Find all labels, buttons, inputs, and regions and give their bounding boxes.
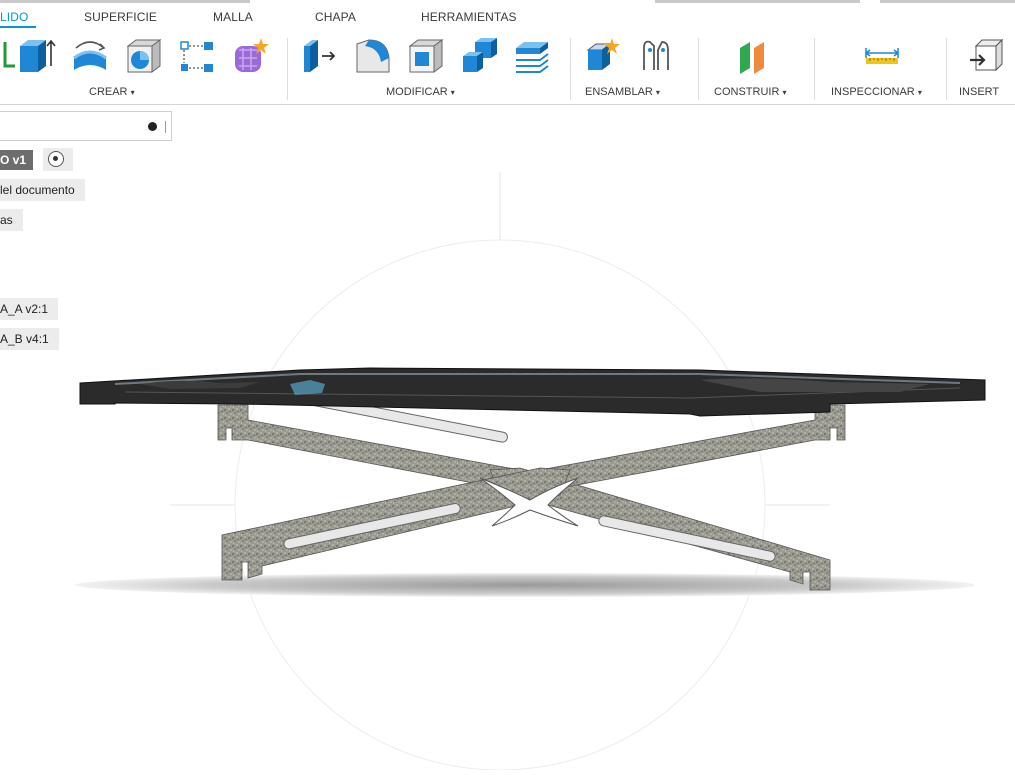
measure-icon[interactable] (862, 36, 902, 76)
ground-shadow (75, 573, 975, 597)
browser-item-component-b[interactable]: A_B v4:1 (0, 328, 59, 350)
insert-menu[interactable]: INSERT (959, 86, 999, 98)
shell-modify-icon[interactable] (406, 36, 446, 76)
pattern-icon[interactable] (177, 36, 217, 76)
revolve-icon[interactable] (70, 36, 110, 76)
panel-divider (165, 121, 166, 133)
modify-menu[interactable]: MODIFICAR ▾ (386, 86, 455, 98)
tab-tools[interactable]: HERRAMIENTAS (421, 10, 517, 24)
active-tab-indicator (0, 26, 36, 28)
group-divider (570, 38, 571, 100)
tab-surface[interactable]: SUPERFICIE (84, 10, 157, 24)
press-pull-icon[interactable] (300, 36, 340, 76)
browser-item-named-views[interactable]: as (0, 209, 23, 231)
joint-icon[interactable] (636, 36, 676, 76)
root-component[interactable]: O v1 (0, 150, 34, 170)
offset-plane-icon[interactable] (734, 36, 774, 76)
tabletop[interactable] (79, 367, 986, 417)
inspect-menu[interactable]: INSPECCIONAR ▾ (831, 86, 922, 98)
shell-icon[interactable] (124, 36, 164, 76)
tab-mesh[interactable]: MALLA (213, 10, 253, 24)
create-menu[interactable]: CREAR ▾ (89, 86, 135, 98)
model-canvas (75, 172, 986, 771)
combine-icon[interactable] (459, 36, 499, 76)
toolbar: LIDO SUPERFICIE MALLA CHAPA HERRAMIENTAS (0, 0, 1015, 105)
sketch-icon[interactable] (0, 36, 15, 76)
activate-component-icon[interactable] (48, 151, 64, 167)
title-strip (0, 0, 1015, 3)
new-component-icon[interactable] (584, 36, 624, 76)
group-divider (698, 38, 699, 100)
create-form-icon[interactable] (231, 36, 271, 76)
group-divider (814, 38, 815, 100)
browser-item-component-a[interactable]: A_A v2:1 (0, 298, 59, 320)
browser-item-document-settings[interactable]: lel documento (0, 179, 85, 201)
offset-face-icon[interactable] (512, 36, 552, 76)
extrude-icon[interactable] (16, 36, 56, 76)
fillet-icon[interactable] (353, 36, 393, 76)
assemble-menu[interactable]: ENSAMBLAR ▾ (585, 86, 660, 98)
filter-icon[interactable] (148, 122, 157, 131)
insert-icon[interactable] (966, 36, 1006, 76)
browser-search[interactable] (0, 111, 172, 141)
tab-solid[interactable]: LIDO (0, 10, 28, 24)
canvas-viewport[interactable] (0, 105, 1015, 771)
construct-menu[interactable]: CONSTRUIR ▾ (714, 86, 786, 98)
tab-sheet-metal[interactable]: CHAPA (315, 10, 356, 24)
group-divider (946, 38, 947, 100)
group-divider (287, 38, 288, 100)
